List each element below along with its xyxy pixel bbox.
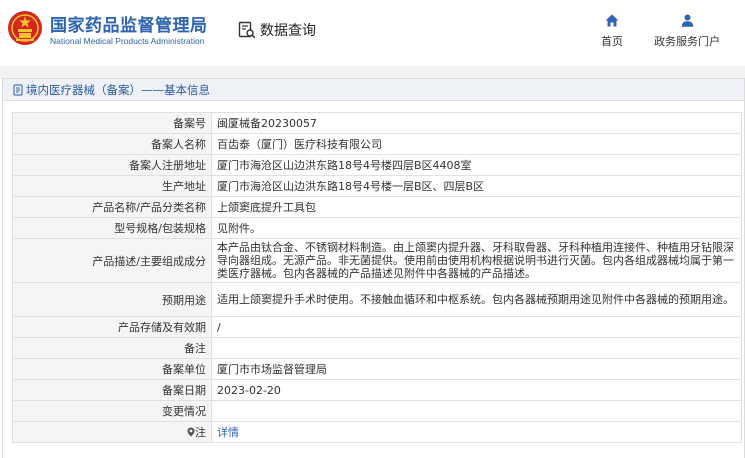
org-name-en[interactable]: National Medical Products Administration: [50, 36, 205, 46]
row-label-record-date: 备案日期: [12, 379, 212, 401]
table-row: 产品存储及有效期 /: [12, 316, 742, 338]
note-label-text: 注: [195, 426, 206, 439]
row-label-record-unit: 备案单位: [12, 358, 212, 380]
row-label-record-no: 备案号: [12, 112, 212, 134]
person-icon: [681, 14, 693, 27]
row-value-storage-validity: /: [211, 316, 742, 338]
row-value-model-spec: 见附件。: [211, 217, 742, 239]
pin-icon: [187, 427, 195, 437]
row-value-changes: [211, 400, 742, 422]
table-row: 产品描述/主要组成成分 本产品由钛合金、不锈钢材料制造。由上颌窦内提升器、牙科取…: [12, 238, 742, 283]
header-divider: [0, 66, 745, 78]
row-value-record-date: 2023-02-20: [211, 379, 742, 401]
table-row: 生产地址 厦门市海沧区山边洪东路18号4号楼一层B区、四层B区: [12, 175, 742, 197]
row-value-production-address: 厦门市海沧区山边洪东路18号4号楼一层B区、四层B区: [211, 175, 742, 197]
nav-home-label: 首页: [601, 35, 623, 48]
basic-info-section: 境内医疗器械（备案）——基本信息 备案号 闽厦械备20230057 备案人名称 …: [2, 78, 745, 458]
row-value-registrant-name: 百齿泰（厦门）医疗科技有限公司: [211, 133, 742, 155]
row-value-registered-address: 厦门市海沧区山边洪东路18号4号楼四层B区4408室: [211, 154, 742, 176]
nav-home[interactable]: 首页: [601, 14, 623, 49]
row-label-intended-use: 预期用途: [12, 282, 212, 317]
row-value-intended-use: 适用上颌窦提升手术时使用。不接触血循环和中枢系统。包内各器械预期用途见附件中各器…: [211, 282, 742, 317]
row-value-product-description: 本产品由钛合金、不锈钢材料制造。由上颌窦内提升器、牙科取骨器、牙科种植用连接件、…: [211, 238, 742, 283]
row-value-note: 详情: [211, 421, 742, 443]
table-row: 预期用途 适用上颌窦提升手术时使用。不接触血循环和中枢系统。包内各器械预期用途见…: [12, 282, 742, 317]
row-label-changes: 变更情况: [12, 400, 212, 422]
details-link[interactable]: 详情: [217, 426, 239, 439]
query-label: 数据查询: [260, 23, 316, 39]
table-row: 备案号 闽厦械备20230057: [12, 112, 742, 134]
row-value-product-name: 上颌窦底提升工具包: [211, 196, 742, 218]
nav-portal-label: 政务服务门户: [654, 35, 720, 48]
row-label-registrant-name: 备案人名称: [12, 133, 212, 155]
row-label-model-spec: 型号规格/包装规格: [12, 217, 212, 239]
nav-portal[interactable]: 政务服务门户: [654, 14, 720, 49]
info-table: 备案号 闽厦械备20230057 备案人名称 百齿泰（厦门）医疗科技有限公司 备…: [12, 112, 742, 443]
row-value-record-unit: 厦门市市场监督管理局: [211, 358, 742, 380]
table-row: 备案人名称 百齿泰（厦门）医疗科技有限公司: [12, 133, 742, 155]
row-label-registered-address: 备案人注册地址: [12, 154, 212, 176]
home-icon: [605, 14, 619, 27]
national-emblem-logo[interactable]: [7, 10, 43, 46]
data-query-title[interactable]: 数据查询: [238, 20, 316, 40]
row-label-product-name: 产品名称/产品分类名称: [12, 196, 212, 218]
row-value-record-no: 闽厦械备20230057: [211, 112, 742, 134]
row-label-storage-validity: 产品存储及有效期: [12, 316, 212, 338]
section-title: 境内医疗器械（备案）——基本信息: [3, 79, 744, 101]
document-search-icon: [238, 21, 256, 39]
site-header: 国家药品监督管理局 National Medical Products Admi…: [0, 0, 745, 66]
row-label-production-address: 生产地址: [12, 175, 212, 197]
table-row: 型号规格/包装规格 见附件。: [12, 217, 742, 239]
row-value-remarks: [211, 337, 742, 359]
table-row: 备注: [12, 337, 742, 359]
table-row: 变更情况: [12, 400, 742, 422]
section-title-text: 境内医疗器械（备案）——基本信息: [26, 82, 210, 97]
table-row: 产品名称/产品分类名称 上颌窦底提升工具包: [12, 196, 742, 218]
row-label-product-description: 产品描述/主要组成成分: [12, 238, 212, 283]
table-row: 备案日期 2023-02-20: [12, 379, 742, 401]
table-row: 备案单位 厦门市市场监督管理局: [12, 358, 742, 380]
table-row: 注 详情: [12, 421, 742, 443]
table-row: 备案人注册地址 厦门市海沧区山边洪东路18号4号楼四层B区4408室: [12, 154, 742, 176]
document-icon: [13, 84, 23, 95]
row-label-note: 注: [12, 421, 212, 443]
row-label-remarks: 备注: [12, 337, 212, 359]
org-name-cn[interactable]: 国家药品监督管理局: [50, 11, 208, 36]
